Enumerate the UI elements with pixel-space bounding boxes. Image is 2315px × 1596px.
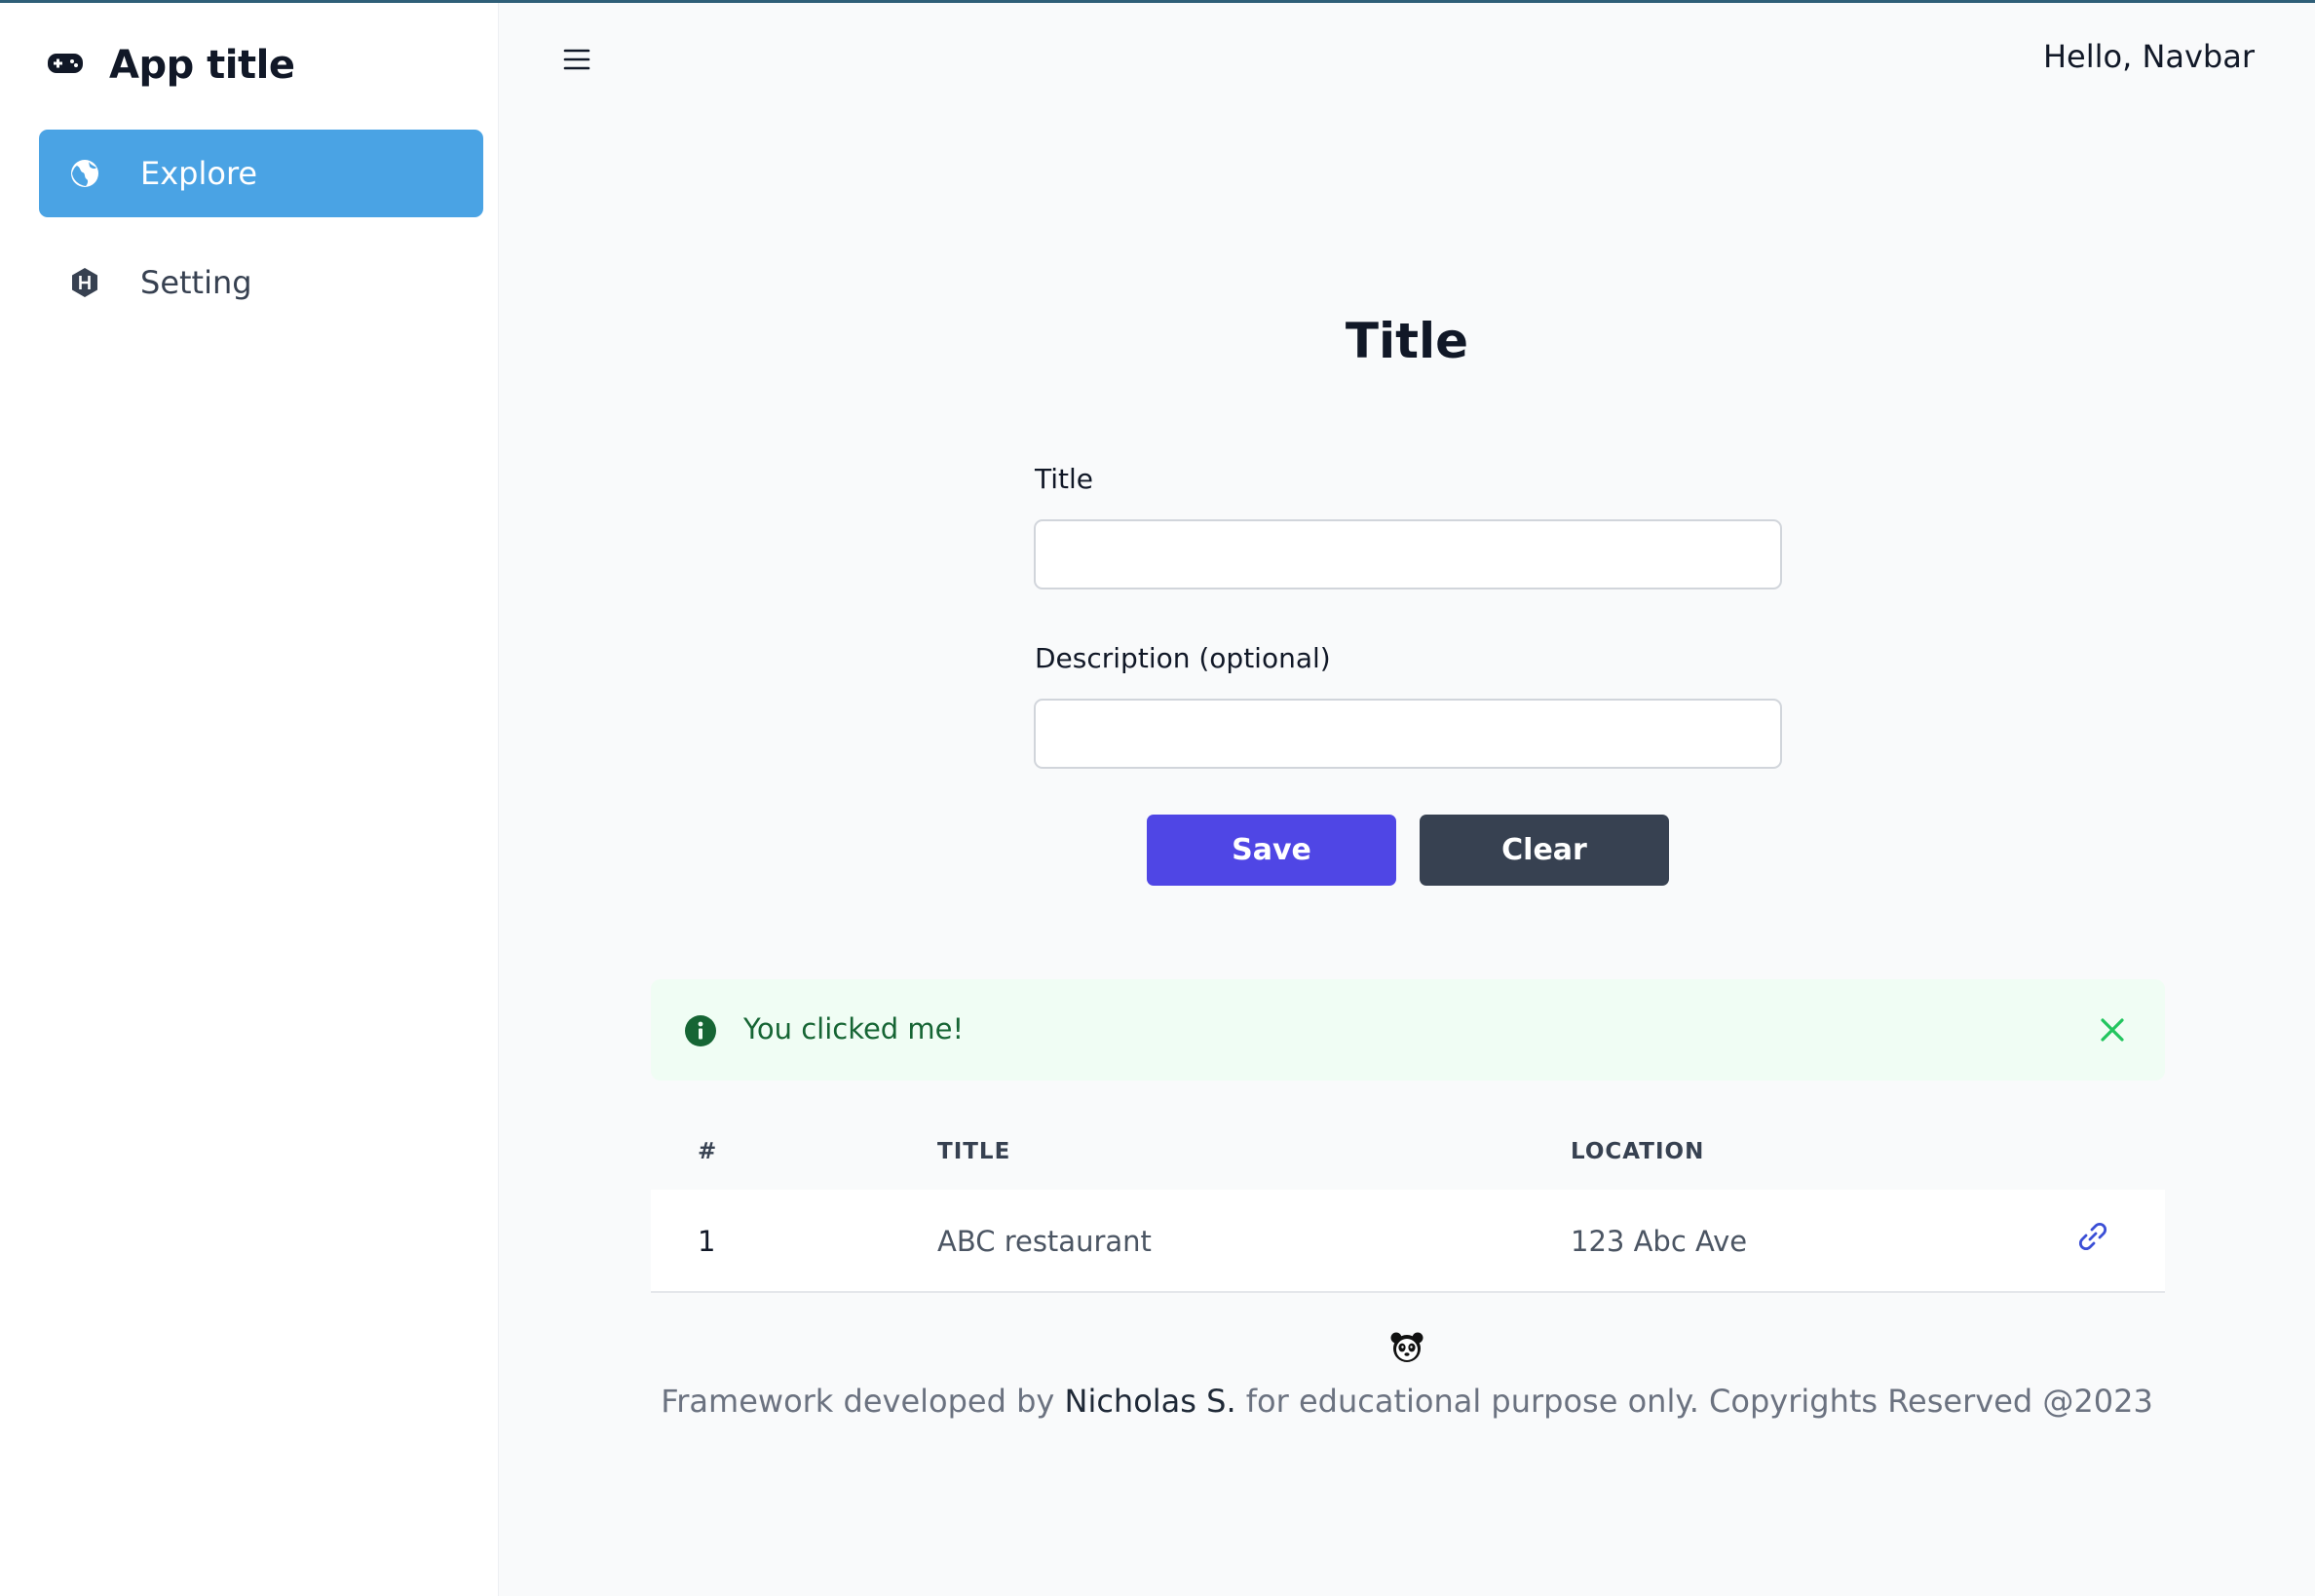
gamepad-icon xyxy=(47,52,84,79)
sidebar-item-label: Explore xyxy=(140,155,258,192)
footer-prefix: Framework developed by xyxy=(661,1383,1055,1420)
close-icon[interactable] xyxy=(2095,1012,2130,1047)
sidebar-item-explore[interactable]: Explore xyxy=(39,130,483,217)
hamburger-icon[interactable] xyxy=(559,42,594,77)
hexagon-h-icon xyxy=(68,266,101,299)
save-button[interactable]: Save xyxy=(1147,815,1396,886)
cell-location: 123 Abc Ave xyxy=(1571,1225,1748,1258)
column-header-title: TITLE xyxy=(937,1139,1011,1164)
results-table: # TITLE LOCATION 1 ABC restaurant 123 Ab… xyxy=(651,1112,2165,1293)
page-title: Title xyxy=(1345,313,1469,369)
title-label: Title xyxy=(1035,463,1094,495)
brand[interactable]: App title xyxy=(47,34,295,96)
alert-banner: You clicked me! xyxy=(651,979,2165,1081)
panda-icon xyxy=(1389,1330,1424,1365)
column-header-location: LOCATION xyxy=(1571,1139,1705,1164)
footer-text: Framework developed by Nicholas S. for e… xyxy=(499,1383,2315,1420)
cell-number: 1 xyxy=(698,1225,716,1258)
globe-icon xyxy=(68,157,101,190)
table-header: # TITLE LOCATION xyxy=(651,1112,2165,1190)
sidebar-item-label: Setting xyxy=(140,264,252,301)
footer-suffix: for educational purpose only. Copyrights… xyxy=(1245,1383,2153,1420)
table-row: 1 ABC restaurant 123 Abc Ave xyxy=(651,1190,2165,1293)
description-label: Description (optional) xyxy=(1035,642,1331,674)
description-input[interactable] xyxy=(1034,699,1782,769)
title-input[interactable] xyxy=(1034,519,1782,589)
navbar-greeting: Hello, Navbar xyxy=(2042,38,2255,75)
app-title: App title xyxy=(109,43,295,88)
column-header-number: # xyxy=(698,1139,718,1164)
footer-author-link[interactable]: Nicholas S. xyxy=(1065,1383,1236,1420)
link-icon[interactable] xyxy=(2075,1219,2110,1254)
info-icon xyxy=(684,1014,717,1047)
sidebar-item-setting[interactable]: Setting xyxy=(39,239,483,326)
alert-message: You clicked me! xyxy=(743,1012,965,1045)
sidebar: App title Explore Setting xyxy=(0,3,499,1596)
cell-title: ABC restaurant xyxy=(937,1225,1152,1258)
clear-button[interactable]: Clear xyxy=(1420,815,1669,886)
